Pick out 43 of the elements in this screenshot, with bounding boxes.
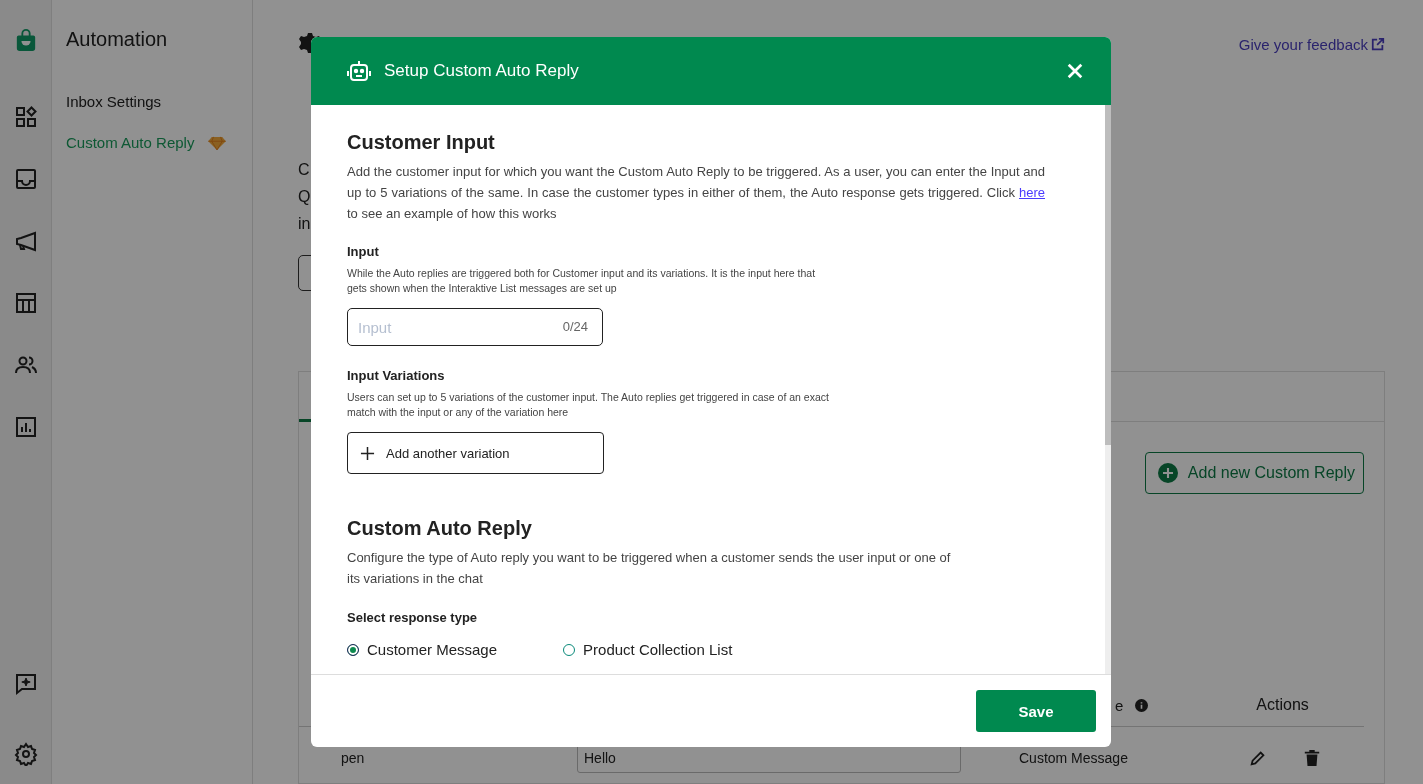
sidebar-item[interactable]: Inbox Settings bbox=[66, 93, 162, 110]
column-header: e bbox=[1115, 696, 1124, 714]
table-icon[interactable] bbox=[13, 291, 38, 315]
add-reply-button[interactable]: Add new Custom Reply bbox=[1144, 452, 1364, 494]
column-header: Actions bbox=[1256, 696, 1309, 714]
description-text: Q bbox=[298, 187, 311, 207]
external-link-icon bbox=[1371, 37, 1385, 51]
section-description: Configure the type of Auto reply you want to be triggered when a customer sends the user input or one of its variations in the chat bbox=[347, 549, 952, 588]
field-label: Input bbox=[347, 244, 380, 259]
apps-icon[interactable] bbox=[13, 105, 38, 129]
close-icon[interactable] bbox=[1066, 62, 1084, 80]
description-text: C bbox=[298, 160, 310, 180]
field-hint: While the Auto replies are triggered both for Customer input and its variations. It is the input here that gets shown when the Interaktive List messages are set up bbox=[347, 266, 817, 296]
section-heading: Customer Input bbox=[347, 130, 496, 155]
add-variation-button[interactable]: Add another variation bbox=[347, 432, 604, 474]
table-cell-text: pen bbox=[341, 750, 366, 766]
feedback-link[interactable]: Give your feedback bbox=[1238, 35, 1385, 53]
radio-option[interactable]: Customer Message bbox=[347, 641, 498, 658]
section-description: Add the customer input for which you want the Custom Auto Reply to be triggered. As a user, you can enter the Input and up to 5 variations of the same. In case the customer types in either of them, the Auto response gets triggered. Click here to see an example of how this works bbox=[347, 163, 1045, 223]
plus-circle-icon bbox=[1157, 463, 1178, 483]
character-counter: 0/24 bbox=[562, 319, 588, 334]
table-cell-text: Custom Message bbox=[1019, 750, 1129, 766]
chat-sparkle-icon[interactable] bbox=[13, 672, 38, 696]
bag-logo-icon[interactable] bbox=[14, 27, 37, 53]
description-text: in bbox=[298, 214, 311, 234]
megaphone-icon[interactable] bbox=[13, 229, 38, 253]
example-link[interactable]: here bbox=[1018, 185, 1045, 200]
field-label: Select response type bbox=[347, 610, 479, 625]
bar-chart-icon[interactable] bbox=[13, 415, 38, 439]
robot-icon bbox=[347, 60, 371, 82]
field-hint: Users can set up to 5 variations of the customer input. The Auto replies get triggered in case of an exact match with the input or any of the variation here bbox=[347, 390, 830, 420]
edit-icon[interactable] bbox=[1249, 749, 1267, 767]
radio-option[interactable]: Product Collection List bbox=[563, 641, 733, 658]
field-label: Input Variations bbox=[347, 368, 446, 383]
plus-icon bbox=[360, 445, 375, 461]
section-heading: Custom Auto Reply bbox=[347, 516, 533, 541]
modal-title: Setup Custom Auto Reply bbox=[384, 61, 580, 81]
settings-icon[interactable] bbox=[13, 742, 38, 766]
inbox-icon[interactable] bbox=[13, 167, 38, 191]
info-icon bbox=[1135, 698, 1149, 712]
delete-icon[interactable] bbox=[1303, 749, 1321, 767]
save-button[interactable]: Save bbox=[976, 690, 1096, 732]
sidebar-title: Automation bbox=[66, 28, 169, 51]
